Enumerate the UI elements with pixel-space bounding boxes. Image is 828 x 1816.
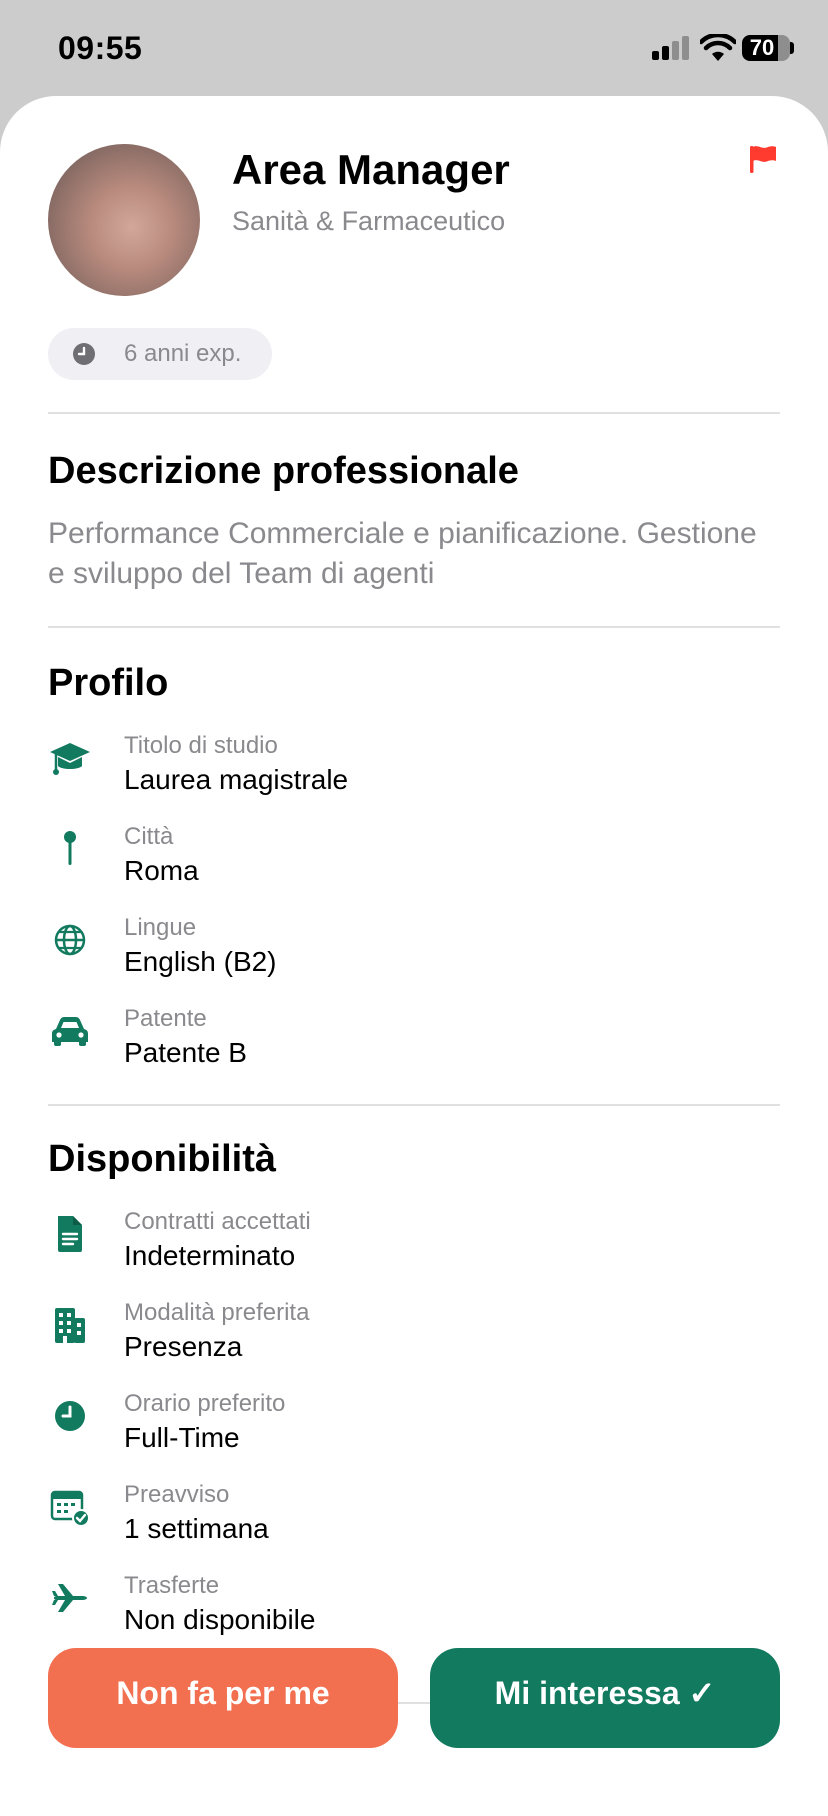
profile-heading: Profilo [48, 662, 169, 704]
availability-row-value: Full-Time [124, 1422, 240, 1453]
globe-icon [54, 924, 86, 956]
availability-row-label: Modalità preferita [124, 1299, 310, 1326]
divider [48, 1104, 780, 1106]
profile-row-label: Patente [124, 1005, 207, 1032]
description-heading: Descrizione professionale [48, 450, 519, 492]
availability-row-value: 1 settimana [124, 1513, 269, 1544]
profile-row-value: Patente B [124, 1037, 247, 1068]
clock-icon [73, 343, 95, 365]
candidate-card: Area Manager Sanità & Farmaceutico 6 ann… [0, 96, 828, 1816]
profile-row-label: Lingue [124, 914, 197, 941]
status-bar: 09:55 70 [0, 0, 828, 96]
profile-row-label: Titolo di studio [124, 732, 278, 759]
airplane-icon [52, 1584, 87, 1612]
availability-row-value: Indeterminato [124, 1240, 296, 1271]
experience-badge: 6 anni exp. [48, 328, 272, 380]
availability-row-value: Presenza [124, 1331, 243, 1362]
status-time: 09:55 [58, 30, 143, 66]
availability-row-mode: Modalità preferita Presenza [48, 1299, 778, 1375]
profile-row-city: Città Roma [48, 823, 778, 899]
cellular-signal-icon [652, 36, 692, 60]
car-icon [52, 1017, 88, 1046]
job-title: Area Manager [232, 146, 510, 193]
flag-icon[interactable] [748, 144, 778, 174]
divider [48, 412, 780, 414]
experience-text: 6 anni exp. [124, 340, 242, 367]
availability-row-label: Orario preferito [124, 1390, 286, 1417]
wifi-icon [700, 34, 736, 61]
interested-button[interactable]: Mi interessa ✓ [430, 1648, 780, 1748]
building-icon [55, 1308, 85, 1343]
job-sector: Sanità & Farmaceutico [232, 206, 506, 236]
description-text: Performance Commerciale e pianificazione… [48, 517, 757, 590]
profile-row-value: Roma [124, 855, 199, 886]
pin-icon [64, 831, 76, 865]
availability-row-notice: Preavviso 1 settimana [48, 1481, 778, 1557]
availability-row-value: Non disponibile [124, 1604, 316, 1635]
profile-row-education: Titolo di studio Laurea magistrale [48, 732, 778, 808]
document-icon [58, 1216, 82, 1252]
graduation-cap-icon [50, 743, 90, 775]
not-for-me-button[interactable]: Non fa per me [48, 1648, 398, 1748]
profile-row-license: Patente Patente B [48, 1005, 778, 1081]
availability-row-travel: Trasferte Non disponibile [48, 1572, 778, 1648]
battery-level: 70 [749, 35, 775, 60]
calendar-check-icon [50, 1490, 90, 1527]
profile-row-label: Città [124, 823, 174, 850]
profile-row-value: English (B2) [124, 946, 277, 977]
availability-row-label: Preavviso [124, 1481, 230, 1508]
availability-row-schedule: Orario preferito Full-Time [48, 1390, 778, 1466]
availability-row-contracts: Contratti accettati Indeterminato [48, 1208, 778, 1284]
availability-row-label: Trasferte [124, 1572, 220, 1599]
divider [48, 626, 780, 628]
profile-row-languages: Lingue English (B2) [48, 914, 778, 990]
availability-row-label: Contratti accettati [124, 1208, 311, 1235]
clock-icon [55, 1401, 85, 1431]
avatar [48, 144, 200, 296]
availability-heading: Disponibilità [48, 1138, 276, 1180]
profile-row-value: Laurea magistrale [124, 764, 349, 795]
